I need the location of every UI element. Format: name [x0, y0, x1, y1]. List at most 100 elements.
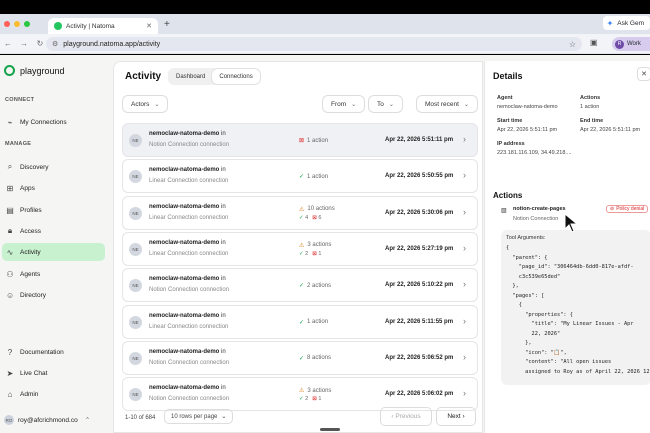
chevron-right-icon[interactable]: › [463, 352, 466, 362]
reload-icon[interactable]: ↻ [36, 39, 44, 48]
from-date-filter[interactable]: From ⌄ [322, 95, 366, 113]
chevron-right-icon[interactable]: › [463, 316, 466, 326]
denied-icon: ⊘ [610, 206, 615, 212]
agent-name: nemoclaw-natoma-demo [149, 239, 220, 246]
minimize-window-icon[interactable] [14, 21, 20, 27]
close-tab-icon[interactable]: ✕ [146, 22, 152, 30]
browser-tab[interactable]: Activity | Natoma ✕ [48, 18, 158, 34]
maximize-window-icon[interactable] [24, 21, 30, 27]
sidebar-item-discovery[interactable]: ⌕ Discovery [2, 158, 105, 176]
sidebar-item-my-connections[interactable]: ⌁ My Connections [2, 113, 105, 131]
sidebar-item-admin[interactable]: ⌂ Admin [2, 385, 105, 403]
new-tab-icon[interactable]: + [164, 19, 170, 30]
policy-denial-label: Policy denial [616, 206, 645, 212]
previous-button[interactable]: ‹ Previous [380, 407, 432, 426]
sidebar-item-label: Profiles [20, 206, 42, 214]
sidebar-item-directory[interactable]: ☺ Directory [2, 286, 105, 304]
row-connection: Notion Connection connection [149, 287, 230, 294]
action-connection: Notion Connection [513, 216, 559, 222]
row-in: in [221, 203, 226, 210]
row-status: ✓ 2 actions [299, 282, 331, 290]
status-warn-icon: ⚠ [299, 242, 305, 249]
sparkle-icon: ✦ [606, 18, 614, 28]
chevron-down-icon: ⌄ [463, 101, 469, 108]
forward-icon[interactable]: → [20, 39, 28, 48]
page-title: Activity [125, 71, 162, 82]
sidebar-item-access[interactable]: 🔒︎ Access [2, 222, 105, 240]
window-controls [4, 21, 30, 27]
agent-name: nemoclaw-natoma-demo [149, 348, 220, 355]
chevron-right-icon[interactable]: › [463, 388, 466, 398]
table-row[interactable]: NE nemoclaw-natoma-demo in Notion Connecti… [122, 377, 478, 412]
sort-select[interactable]: Most recent ⌄ [416, 95, 478, 113]
row-in: in [221, 312, 226, 319]
status-label: 8 actions [307, 355, 332, 362]
apps-icon: ⊞ [6, 183, 14, 193]
tab-connections[interactable]: Connections [212, 69, 260, 84]
avatar: NE [129, 315, 142, 329]
rows-per-page-select[interactable]: 10 rows per page ⌄ [164, 409, 234, 424]
user-menu[interactable]: RO roy@afcrichmond.co ⌃ [4, 415, 90, 425]
actions-count-value: 1 action [580, 104, 600, 110]
sidebar-item-activity[interactable]: ∿ Activity [2, 243, 105, 261]
section-connect: CONNECT [5, 97, 35, 103]
table-row[interactable]: NE nemoclaw-natoma-demo in Linear Connecti… [122, 159, 478, 194]
table-row[interactable]: NE nemoclaw-natoma-demo in Linear Connecti… [122, 195, 478, 230]
sort-label: Most recent [425, 100, 459, 108]
ask-gemini-button[interactable]: ✦ Ask Gem [602, 16, 650, 30]
browser-tab-bar: Activity | Natoma ✕ + ✦ Ask Gem [0, 14, 650, 34]
status-ok-icon: ✓ [299, 355, 305, 362]
bookmark-star-icon[interactable]: ☆ [569, 40, 576, 49]
site-info-icon[interactable]: ⚙ [52, 40, 58, 48]
activity-panel: Activity Dashboard Connections Actors ⌄ … [113, 61, 483, 433]
table-row[interactable]: NE nemoclaw-natoma-demo in Linear Connecti… [122, 304, 478, 339]
chevron-right-icon[interactable]: › [463, 279, 466, 289]
row-in: in [221, 276, 226, 283]
sidebar-item-label: Admin [20, 390, 39, 398]
actions-heading: Actions [493, 191, 523, 200]
chevron-right-icon[interactable]: › [463, 170, 466, 180]
url-bar[interactable]: ⚙ playground.natoma.app/activity ☆ [46, 37, 582, 51]
success-count-value: 2 [305, 250, 309, 257]
success-count: ✓ 4 [299, 215, 308, 221]
user-email: roy@afcrichmond.co [18, 416, 78, 424]
row-agent: nemoclaw-natoma-demo in [149, 276, 226, 282]
ip-value: 223.181.116.109, 34.49.218.... [497, 150, 572, 156]
table-row[interactable]: NE nemoclaw-natoma-demo in Notion Connecti… [122, 268, 478, 303]
tool-arguments-block[interactable]: Tool Arguments: { "parent": { "page_id":… [501, 230, 650, 385]
avatar: NE [129, 388, 142, 402]
sidebar-item-label: Activity [20, 248, 41, 256]
chevron-right-icon[interactable]: › [463, 243, 466, 253]
sidebar-item-profiles[interactable]: ▤ Profiles [2, 201, 105, 219]
sidebar-item-live-chat[interactable]: ➤ Live Chat [2, 364, 105, 382]
brand-logo[interactable]: playground [4, 65, 65, 76]
back-icon[interactable]: ← [4, 39, 12, 48]
tab-dashboard[interactable]: Dashboard [169, 69, 212, 84]
avatar: NE [129, 170, 142, 184]
sidebar-item-label: Agents [20, 270, 41, 278]
browser-tab-title: Activity | Natoma [66, 22, 115, 30]
sidepanel-icon[interactable]: ▣ [590, 38, 598, 47]
resize-handle[interactable] [320, 428, 340, 431]
sidebar-item-label: Documentation [20, 348, 64, 356]
denied-count-value: 6 [318, 214, 322, 221]
row-status: ⊠ 1 action [299, 137, 328, 145]
sidebar-item-agents[interactable]: ⚇ Agents [2, 265, 105, 283]
start-time-value: Apr 22, 2026 5:51:11 pm [497, 127, 558, 133]
close-icon[interactable]: ✕ [637, 67, 650, 81]
profile-chip[interactable]: R Work [612, 37, 650, 51]
pagination-range: 1-10 of 684 [125, 415, 156, 421]
agent-label: Agent [497, 95, 513, 101]
table-row[interactable]: NE nemoclaw-natoma-demo in Linear Connecti… [122, 231, 478, 266]
table-row[interactable]: NE nemoclaw-natoma-demo in Notion Connecti… [122, 340, 478, 375]
close-window-icon[interactable] [4, 21, 10, 27]
row-connection: Linear Connection connection [149, 323, 229, 330]
sidebar-item-documentation[interactable]: ? Documentation [2, 343, 105, 361]
next-button[interactable]: Next › [436, 407, 476, 426]
to-date-filter[interactable]: To ⌄ [368, 95, 403, 113]
chevron-right-icon[interactable]: › [463, 134, 466, 144]
table-row[interactable]: NE nemoclaw-natoma-demo in Notion Connecti… [122, 123, 478, 157]
sidebar-item-apps[interactable]: ⊞ Apps [2, 179, 105, 197]
chevron-right-icon[interactable]: › [463, 207, 466, 217]
actors-filter[interactable]: Actors ⌄ [122, 95, 169, 113]
